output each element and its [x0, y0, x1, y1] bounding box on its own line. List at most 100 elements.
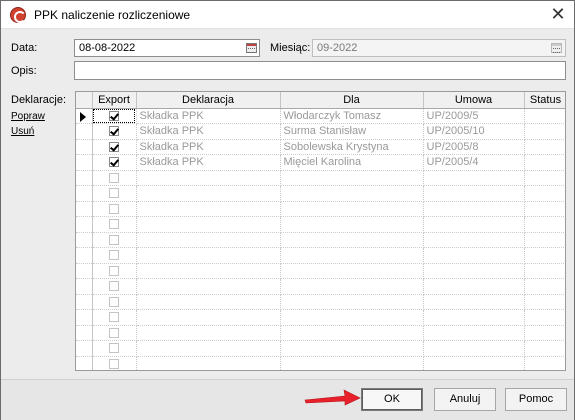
opis-label: Opis:: [11, 65, 37, 77]
export-cell[interactable]: [92, 356, 137, 370]
dla-cell: Surma Stanisław: [280, 123, 424, 140]
deklaracja-cell: [136, 185, 281, 202]
export-cell[interactable]: [92, 340, 137, 357]
umowa-cell: [423, 201, 525, 217]
table-row[interactable]: [76, 247, 565, 264]
export-checkbox[interactable]: [109, 312, 119, 323]
export-checkbox[interactable]: [109, 110, 119, 121]
row-indicator: [76, 263, 93, 279]
export-checkbox[interactable]: [109, 203, 119, 214]
export-cell[interactable]: [92, 170, 137, 186]
table-row[interactable]: [76, 294, 565, 310]
deklaracja-cell: [136, 247, 281, 264]
table-row[interactable]: Składka PPK Sobolewska Krystyna UP/2005/8: [76, 139, 565, 155]
table-row[interactable]: [76, 356, 565, 370]
miesiac-label: Miesiąc:: [270, 42, 311, 54]
table-row[interactable]: Składka PPK Surma Stanisław UP/2005/10: [76, 123, 565, 140]
export-checkbox[interactable]: [109, 126, 119, 137]
popraw-link[interactable]: Popraw: [11, 111, 45, 122]
column-header-umowa[interactable]: Umowa: [423, 92, 525, 109]
row-indicator: [76, 108, 93, 124]
export-cell[interactable]: [92, 247, 137, 264]
table-row[interactable]: [76, 263, 565, 279]
export-cell[interactable]: [92, 309, 137, 326]
table-row[interactable]: [76, 340, 565, 357]
table-row[interactable]: Składka PPK Włodarczyk Tomasz UP/2009/5: [76, 108, 565, 124]
export-checkbox[interactable]: [109, 250, 119, 261]
table-row[interactable]: [76, 185, 565, 202]
table-row[interactable]: [76, 278, 565, 295]
dla-cell: [280, 309, 424, 326]
table-row[interactable]: [76, 232, 565, 248]
usun-link[interactable]: Usuń: [11, 126, 34, 137]
ppk-app-icon: [10, 7, 26, 23]
table-row[interactable]: [76, 325, 565, 341]
pomoc-button[interactable]: Pomoc: [505, 388, 567, 411]
status-cell: [524, 139, 565, 155]
umowa-cell: UP/2009/5: [423, 108, 525, 124]
export-checkbox[interactable]: [109, 219, 119, 230]
status-cell: [524, 294, 565, 310]
row-indicator: [76, 201, 93, 217]
deklaracja-cell: [136, 232, 281, 248]
export-cell[interactable]: [92, 294, 137, 310]
export-cell[interactable]: [92, 108, 137, 124]
deklaracja-cell: [136, 340, 281, 357]
export-cell[interactable]: [92, 185, 137, 202]
export-checkbox[interactable]: [109, 141, 119, 152]
column-header-status[interactable]: Status: [524, 92, 565, 109]
export-cell[interactable]: [92, 325, 137, 341]
export-cell[interactable]: [92, 123, 137, 140]
umowa-cell: UP/2005/10: [423, 123, 525, 140]
row-indicator: [76, 123, 93, 140]
status-cell: [524, 170, 565, 186]
column-header-deklaracja[interactable]: Deklaracja: [136, 92, 281, 109]
export-cell[interactable]: [92, 201, 137, 217]
dla-cell: [280, 340, 424, 357]
export-cell[interactable]: [92, 216, 137, 233]
export-checkbox[interactable]: [109, 327, 119, 338]
deklaracja-cell: [136, 278, 281, 295]
dla-cell: [280, 263, 424, 279]
umowa-cell: [423, 232, 525, 248]
table-row[interactable]: Składka PPK Mięciel Karolina UP/2005/4: [76, 154, 565, 171]
data-value: 08-08-2022: [79, 42, 136, 54]
deklaracja-cell: [136, 216, 281, 233]
export-checkbox[interactable]: [109, 281, 119, 292]
opis-field[interactable]: [74, 61, 566, 80]
export-cell[interactable]: [92, 139, 137, 155]
calendar-icon[interactable]: [246, 43, 257, 53]
export-cell[interactable]: [92, 232, 137, 248]
anuluj-button[interactable]: Anuluj: [434, 388, 496, 411]
close-button[interactable]: ✕: [549, 5, 567, 23]
export-checkbox[interactable]: [109, 296, 119, 307]
deklaracja-cell: [136, 201, 281, 217]
column-header-export[interactable]: Export: [92, 92, 137, 109]
dla-cell: [280, 185, 424, 202]
title-bar: PPK naliczenie rozliczeniowe ✕: [1, 1, 574, 29]
table-row[interactable]: [76, 170, 565, 186]
export-checkbox[interactable]: [109, 172, 119, 183]
export-cell[interactable]: [92, 263, 137, 279]
status-cell: [524, 278, 565, 295]
export-checkbox[interactable]: [109, 265, 119, 276]
column-header-dla[interactable]: Dla: [280, 92, 424, 109]
export-checkbox[interactable]: [109, 157, 119, 168]
row-indicator: [76, 278, 93, 295]
table-row[interactable]: [76, 201, 565, 217]
export-checkbox[interactable]: [109, 343, 119, 354]
export-checkbox[interactable]: [109, 358, 119, 369]
ok-button[interactable]: OK: [361, 388, 423, 411]
export-checkbox[interactable]: [109, 234, 119, 245]
status-cell: [524, 216, 565, 233]
table-row[interactable]: [76, 216, 565, 233]
export-checkbox[interactable]: [109, 188, 119, 199]
table-row[interactable]: [76, 309, 565, 326]
export-cell[interactable]: [92, 278, 137, 295]
declarations-grid: Export Deklaracja Dla Umowa Status Skład…: [75, 91, 566, 371]
export-cell[interactable]: [92, 154, 137, 171]
declarations-table: Export Deklaracja Dla Umowa Status Skład…: [76, 92, 565, 370]
dialog-window: PPK naliczenie rozliczeniowe ✕ Data: 08-…: [0, 0, 575, 420]
calendar-icon: [551, 43, 562, 53]
data-field[interactable]: 08-08-2022: [74, 39, 260, 57]
